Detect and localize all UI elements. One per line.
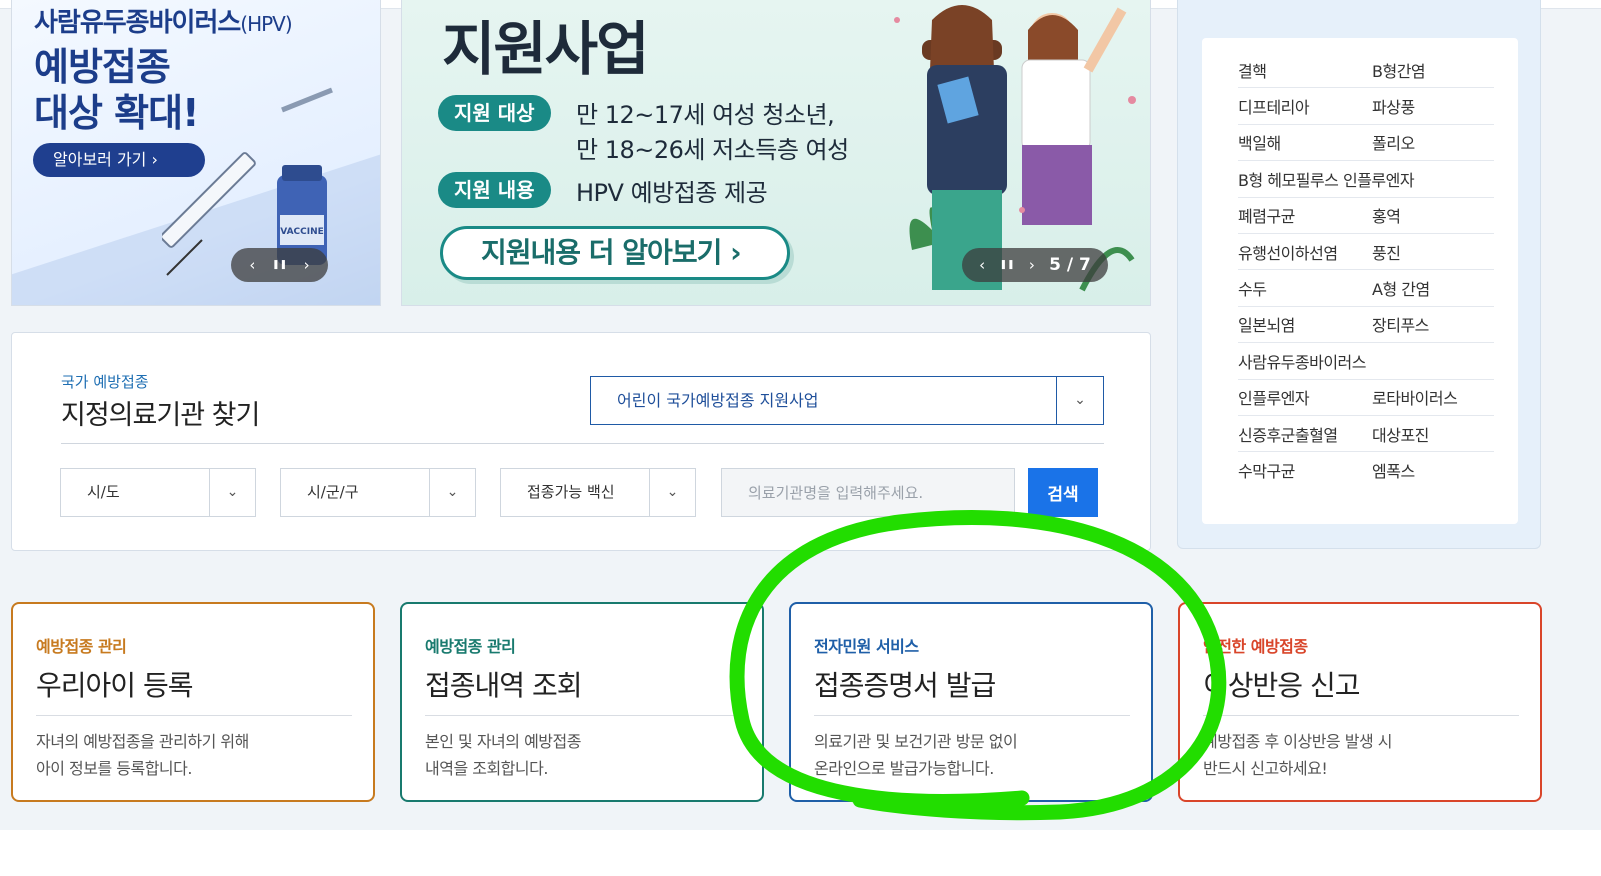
card-description: 자녀의 예방접종을 관리하기 위해 아이 정보를 등록합니다. [36, 732, 249, 778]
support-target-text-1: 만 12~17세 여성 청소년, [576, 101, 835, 129]
card-subtitle: 예방접종 관리 [36, 637, 127, 656]
next-slide-button[interactable]: › [1029, 256, 1035, 274]
disease-name[interactable]: 폴리오 [1372, 130, 1415, 154]
search-title: 지정의료기관 찾기 [61, 400, 260, 431]
disease-name[interactable]: 결핵 [1238, 58, 1372, 82]
disease-row: 디프테리아 파상풍 [1238, 88, 1494, 125]
pause-slide-button[interactable]: ❚❚ [999, 260, 1014, 270]
disease-name[interactable]: 장티푸스 [1372, 312, 1429, 336]
program-select-value: 어린이 국가예방접종 지원사업 [617, 391, 819, 410]
hpv-banner[interactable]: 사람유두종바이러스(HPV) 예방접종 대상 확대! 알아보러 가기 › VAC… [11, 0, 381, 306]
disease-name[interactable]: 백일해 [1238, 130, 1372, 154]
card-divider [36, 715, 352, 716]
vaccination-history-card[interactable]: 예방접종 관리접종내역 조회본인 및 자녀의 예방접종 내역을 조회합니다. [400, 602, 764, 802]
disease-row: 사람유두종바이러스 [1238, 343, 1494, 380]
card-title: 접종증명서 발급 [814, 669, 996, 702]
banner-top-line: 사람유두종바이러스(HPV) [34, 8, 293, 38]
banner-mid-controls: ‹ ❚❚ › 5 / 7 [962, 248, 1108, 282]
banner-left-controls: ‹ ❚❚ › [231, 248, 328, 282]
disease-name[interactable]: 수두 [1238, 276, 1372, 300]
search-divider [61, 443, 1104, 444]
sigungu-select[interactable]: 시/군/구 ⌄ [280, 468, 476, 517]
search-button[interactable]: 검색 [1028, 468, 1098, 517]
card-title: 이상반응 신고 [1203, 669, 1360, 702]
pause-slide-button[interactable]: ❚❚ [272, 260, 287, 270]
search-subtitle: 국가 예방접종 [61, 373, 149, 391]
card-description: 의료기관 및 보건기관 방문 없이 온라인으로 발급가능합니다. [814, 732, 1018, 778]
disease-row: 결핵 B형간염 [1238, 52, 1494, 89]
disease-name[interactable]: 인플루엔자 [1238, 385, 1372, 409]
disease-name[interactable]: 디프테리아 [1238, 94, 1372, 118]
disease-name[interactable]: 사람유두종바이러스 [1238, 349, 1372, 373]
card-divider [425, 715, 741, 716]
support-target-tag: 지원 대상 [438, 95, 551, 131]
vaccine-select-value: 접종가능 백신 [527, 483, 615, 501]
card-description: 본인 및 자녀의 예방접종 내역을 조회합니다. [425, 732, 581, 778]
disease-name[interactable]: 수막구균 [1238, 458, 1372, 482]
disease-name[interactable]: 파상풍 [1372, 94, 1415, 118]
card-subtitle: 안전한 예방접종 [1203, 637, 1308, 656]
disease-name[interactable]: 풍진 [1372, 240, 1401, 264]
disease-name[interactable]: B형 헤모필루스 인플루엔자 [1238, 167, 1415, 191]
disease-name[interactable]: 유행선이하선염 [1238, 240, 1372, 264]
card-subtitle: 예방접종 관리 [425, 637, 516, 656]
disease-row: 백일해 폴리오 [1238, 125, 1494, 162]
disease-row: 폐렴구균 홍역 [1238, 198, 1494, 234]
vaccine-select[interactable]: 접종가능 백신 ⌄ [500, 468, 696, 517]
adverse-reaction-card[interactable]: 안전한 예방접종이상반응 신고예방접종 후 이상반응 발생 시 반드시 신고하세… [1178, 602, 1542, 802]
disease-name[interactable]: 일본뇌염 [1238, 312, 1372, 336]
disease-name[interactable]: 대상포진 [1372, 422, 1429, 446]
chevron-down-icon: ⌄ [429, 469, 475, 516]
disease-name[interactable]: 로타바이러스 [1372, 385, 1458, 409]
program-select[interactable]: 어린이 국가예방접종 지원사업 ⌄ [590, 376, 1104, 425]
chevron-down-icon: ⌄ [649, 469, 695, 516]
support-more-button[interactable]: 지원내용 더 알아보기 › [440, 226, 790, 280]
card-title: 우리아이 등록 [36, 669, 193, 702]
prev-slide-button[interactable]: ‹ [979, 256, 985, 274]
disease-name[interactable]: 폐렴구균 [1238, 203, 1372, 227]
vaccine-label: VACCINE [280, 227, 324, 237]
certificate-issue-card[interactable]: 전자민원 서비스접종증명서 발급의료기관 및 보건기관 방문 없이 온라인으로 … [789, 602, 1153, 802]
clinic-name-input[interactable] [721, 468, 1015, 517]
banner-title: 지원사업 [442, 15, 649, 83]
disease-row: 수두 A형 간염 [1238, 270, 1494, 307]
disease-name[interactable]: B형간염 [1372, 58, 1426, 82]
disease-row: 인플루엔자 로타바이러스 [1238, 380, 1494, 416]
hpv-support-banner[interactable]: 지원사업 지원 대상 만 12~17세 여성 청소년, 만 18~26세 저소득… [401, 0, 1151, 306]
card-description: 예방접종 후 이상반응 발생 시 반드시 신고하세요! [1203, 732, 1392, 778]
disease-row: 일본뇌염 장티푸스 [1238, 307, 1494, 344]
next-slide-button[interactable]: › [304, 256, 310, 274]
disease-name[interactable]: A형 간염 [1372, 276, 1430, 300]
clinic-search-box: 국가 예방접종 지정의료기관 찾기 어린이 국가예방접종 지원사업 ⌄ 시/도 … [11, 332, 1151, 551]
card-divider [814, 715, 1130, 716]
support-content-tag: 지원 내용 [438, 172, 551, 208]
disease-name[interactable]: 홍역 [1372, 203, 1401, 227]
card-subtitle: 전자민원 서비스 [814, 637, 919, 656]
disease-row: 유행선이하선염 풍진 [1238, 234, 1494, 271]
sigungu-select-value: 시/군/구 [307, 483, 359, 501]
register-child-card[interactable]: 예방접종 관리우리아이 등록자녀의 예방접종을 관리하기 위해 아이 정보를 등… [11, 602, 375, 802]
card-divider [1203, 715, 1519, 716]
disease-row: 신증후군출혈열 대상포진 [1238, 416, 1494, 453]
slide-counter: 5 / 7 [1049, 255, 1091, 275]
disease-row: B형 헤모필루스 인플루엔자 [1238, 161, 1494, 198]
disease-list: 결핵 B형간염 디프테리아 파상풍 백일해 폴리오 B형 헤모필루스 인플루엔자 폐렴구균 홍역… [1202, 38, 1518, 524]
sido-select[interactable]: 시/도 ⌄ [60, 468, 256, 517]
disease-name[interactable]: 신증후군출혈열 [1238, 422, 1372, 446]
disease-row: 수막구균 엠폭스 [1238, 452, 1494, 488]
disease-name[interactable]: 엠폭스 [1372, 458, 1415, 482]
card-title: 접종내역 조회 [425, 669, 582, 702]
chevron-down-icon: ⌄ [209, 469, 255, 516]
sido-select-value: 시/도 [87, 483, 120, 501]
prev-slide-button[interactable]: ‹ [249, 256, 255, 274]
support-content-text: HPV 예방접종 제공 [576, 179, 768, 207]
support-target-text-2: 만 18~26세 저소득층 여성 [576, 136, 849, 164]
disease-list-panel: 결핵 B형간염 디프테리아 파상풍 백일해 폴리오 B형 헤모필루스 인플루엔자 폐렴구균 홍역… [1177, 0, 1541, 549]
chevron-down-icon: ⌄ [1056, 377, 1103, 424]
